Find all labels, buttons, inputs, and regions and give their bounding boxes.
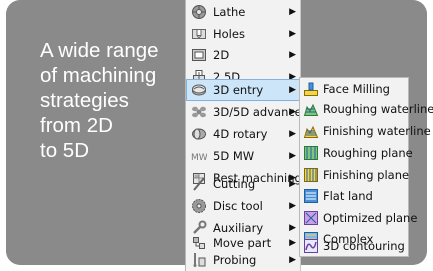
submenu-item-label: Finishing waterline bbox=[323, 124, 431, 138]
menu-item-lathe[interactable]: Lathe ▶ bbox=[186, 1, 300, 23]
submenu-arrow-icon: ▶ bbox=[289, 107, 296, 117]
menu-item-3d-entry[interactable]: 3D entry ▶ bbox=[186, 79, 300, 101]
submenu-arrow-icon: ▶ bbox=[289, 129, 296, 139]
3d-entry-submenu: Face Milling Roughing waterline Finishin… bbox=[299, 77, 433, 257]
lathe-icon bbox=[191, 4, 207, 20]
submenu-item-roughing-plane[interactable]: Roughing plane bbox=[300, 142, 413, 164]
menu-item-label: 3D entry bbox=[213, 83, 264, 97]
submenu-arrow-icon: ▶ bbox=[289, 7, 296, 17]
cutting-icon bbox=[191, 176, 207, 192]
menu-item-label: 2D bbox=[213, 48, 230, 62]
submenu-item-label: Optimized plane bbox=[323, 211, 418, 225]
face-milling-icon bbox=[303, 81, 319, 97]
headline-line: from 2D bbox=[40, 114, 113, 137]
submenu-item-label: Flat land bbox=[323, 189, 373, 203]
menu-item-probing[interactable]: Probing ▶ bbox=[186, 249, 300, 271]
menu-item-2d[interactable]: 2D ▶ bbox=[186, 44, 300, 66]
submenu-item-flat-land[interactable]: Flat land bbox=[300, 185, 408, 207]
probing-icon bbox=[191, 252, 207, 268]
menu-item-3d-5d-advanced[interactable]: 3D/5D advanced ▶ bbox=[186, 101, 309, 123]
optimized-plane-icon bbox=[303, 210, 319, 226]
3d-5d-advanced-icon bbox=[191, 104, 207, 120]
menu-item-label: Probing bbox=[213, 253, 257, 267]
submenu-item-3d-contouring[interactable]: 3D contouring bbox=[300, 235, 408, 257]
menu-item-4d-rotary[interactable]: 4D rotary ▶ bbox=[186, 123, 300, 145]
headline: A wide range of machining strategies fro… bbox=[40, 38, 190, 163]
menu-item-disc-tool[interactable]: Disc tool ▶ bbox=[186, 195, 300, 217]
disc-tool-icon bbox=[191, 198, 207, 214]
headline-line: strategies bbox=[40, 89, 129, 112]
submenu-arrow-icon: ▶ bbox=[289, 50, 296, 60]
5d-mw-icon: MW bbox=[191, 148, 208, 164]
roughing-waterline-icon bbox=[303, 101, 319, 117]
roughing-plane-icon bbox=[303, 145, 319, 161]
finishing-plane-icon bbox=[303, 167, 319, 183]
submenu-item-label: Face Milling bbox=[323, 82, 390, 96]
submenu-item-roughing-waterline[interactable]: Roughing waterline bbox=[300, 98, 433, 120]
headline-line: A wide range bbox=[40, 39, 159, 62]
menu-item-label: Cutting bbox=[213, 177, 256, 191]
3d-contouring-icon bbox=[303, 238, 319, 254]
submenu-item-finishing-plane[interactable]: Finishing plane bbox=[300, 164, 410, 186]
2d-icon bbox=[191, 47, 207, 63]
svg-text:MW: MW bbox=[191, 153, 207, 163]
menu-item-cutting[interactable]: Cutting ▶ bbox=[186, 173, 300, 195]
headline-line: to 5D bbox=[40, 139, 89, 162]
submenu-item-label: Roughing waterline bbox=[323, 102, 433, 116]
flat-land-icon bbox=[303, 188, 319, 204]
submenu-item-label: Roughing plane bbox=[323, 146, 413, 160]
menu-item-label: 4D rotary bbox=[213, 127, 268, 141]
toolpath-menu: Lathe ▶ Holes ▶ 2D ▶ 2.5D ▶ 3D entry ▶ 3… bbox=[185, 0, 309, 271]
holes-icon bbox=[191, 26, 207, 42]
menu-item-label: Holes bbox=[213, 27, 245, 41]
4d-rotary-icon bbox=[191, 126, 207, 142]
submenu-item-optimized-plane[interactable]: Optimized plane bbox=[300, 207, 417, 229]
submenu-item-label: Finishing plane bbox=[323, 168, 410, 182]
menu-item-label: 5D MW bbox=[213, 149, 255, 163]
submenu-item-face-milling[interactable]: Face Milling bbox=[300, 78, 408, 100]
submenu-arrow-icon: ▶ bbox=[289, 255, 296, 265]
submenu-arrow-icon: ▶ bbox=[289, 201, 296, 211]
submenu-item-label: 3D contouring bbox=[323, 239, 405, 253]
menu-item-label: Disc tool bbox=[213, 199, 263, 213]
menu-item-holes[interactable]: Holes ▶ bbox=[186, 23, 300, 45]
submenu-arrow-icon: ▶ bbox=[289, 85, 296, 95]
headline-line: of machining bbox=[40, 64, 157, 87]
menu-item-label: Lathe bbox=[213, 5, 246, 19]
submenu-arrow-icon: ▶ bbox=[289, 179, 296, 189]
submenu-arrow-icon: ▶ bbox=[289, 29, 296, 39]
3d-entry-icon bbox=[191, 82, 207, 98]
submenu-item-finishing-waterline[interactable]: Finishing waterline bbox=[300, 120, 431, 142]
submenu-arrow-icon: ▶ bbox=[289, 151, 296, 161]
menu-item-5d-mw[interactable]: MW 5D MW ▶ bbox=[186, 145, 300, 167]
finishing-waterline-icon bbox=[303, 123, 319, 139]
